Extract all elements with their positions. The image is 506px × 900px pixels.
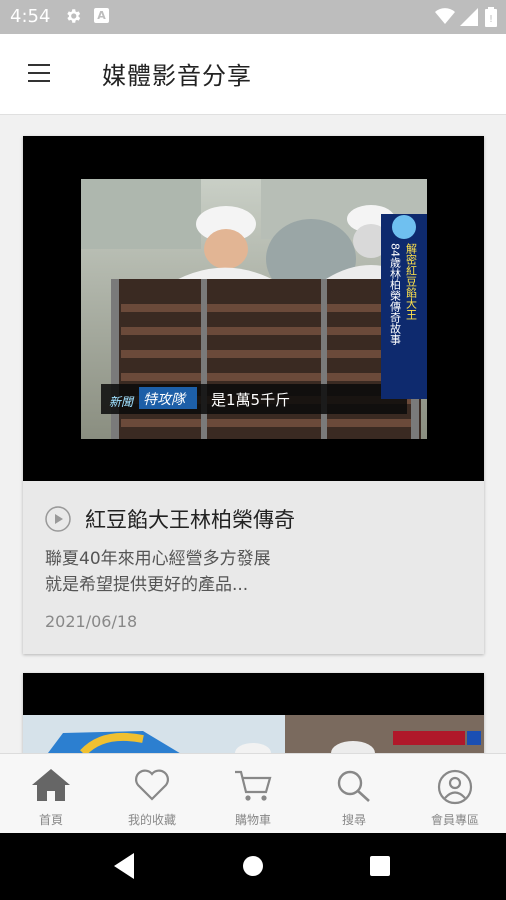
recent-apps-icon[interactable] bbox=[370, 856, 390, 876]
video-card[interactable]: 新聞 特攻隊 是1萬5千斤 解密紅豆餡大王 84歲林柏榮傳奇故事 紅豆餡大王林柏… bbox=[23, 136, 484, 654]
page-title: 媒體影音分享 bbox=[102, 62, 252, 90]
wifi-icon bbox=[435, 8, 455, 24]
settings-gear-icon bbox=[67, 9, 81, 23]
nav-favorites[interactable]: 我的收藏 bbox=[102, 754, 202, 834]
nav-favorites-label: 我的收藏 bbox=[127, 813, 176, 827]
video-frame: 新聞 特攻隊 是1萬5千斤 解密紅豆餡大王 84歲林柏榮傳奇故事 bbox=[81, 179, 427, 439]
back-icon[interactable] bbox=[114, 853, 136, 879]
nav-member[interactable]: 會員專區 bbox=[405, 754, 505, 834]
vertical-title-text: 解密紅豆餡大王 bbox=[405, 242, 418, 320]
nav-member-label: 會員專區 bbox=[430, 813, 479, 827]
nav-cart[interactable]: 購物車 bbox=[203, 754, 303, 834]
play-circle-icon bbox=[45, 506, 71, 532]
card-description: 聯夏40年來用心經營多方發展 就是希望提供更好的產品... bbox=[45, 546, 465, 598]
nav-search-label: 搜尋 bbox=[341, 813, 366, 827]
search-icon bbox=[337, 770, 370, 802]
system-navigation-bar bbox=[0, 833, 506, 900]
hamburger-menu-icon[interactable] bbox=[28, 64, 50, 82]
svg-text:!: ! bbox=[489, 14, 493, 25]
caption-text: 是1萬5千斤 bbox=[211, 391, 290, 409]
bottom-navigation: 首頁 我的收藏 購物車 搜尋 會員專區 bbox=[0, 753, 506, 834]
nav-home-label: 首頁 bbox=[38, 813, 63, 827]
badge-prefix-text: 新聞 bbox=[109, 395, 135, 409]
app-notification-icon: A bbox=[94, 8, 109, 23]
card-description-line2: 就是希望提供更好的產品... bbox=[45, 575, 249, 595]
video-thumbnail[interactable]: 新聞 特攻隊 是1萬5千斤 解密紅豆餡大王 84歲林柏榮傳奇故事 bbox=[23, 136, 484, 481]
badge-text: 特攻隊 bbox=[143, 392, 187, 408]
cell-signal-icon bbox=[460, 8, 478, 26]
nav-cart-label: 購物車 bbox=[234, 813, 271, 827]
factory-scene-image: 新聞 特攻隊 是1萬5千斤 解密紅豆餡大王 84歲林柏榮傳奇故事 bbox=[81, 179, 427, 439]
card-date: 2021/06/18 bbox=[45, 612, 138, 631]
status-time: 4:54 bbox=[10, 6, 51, 27]
heart-icon bbox=[135, 769, 169, 801]
card-description-line1: 聯夏40年來用心經營多方發展 bbox=[45, 549, 271, 569]
user-icon bbox=[437, 769, 473, 805]
app-bar: 媒體影音分享 bbox=[0, 34, 506, 115]
nav-home[interactable]: 首頁 bbox=[1, 754, 101, 834]
status-bar: 4:54 A ! bbox=[0, 0, 506, 34]
vertical-sub-text: 84歲林柏榮傳奇故事 bbox=[389, 243, 402, 345]
home-icon bbox=[32, 769, 70, 801]
nav-search[interactable]: 搜尋 bbox=[304, 754, 404, 834]
cart-icon bbox=[235, 770, 272, 801]
card-title: 紅豆餡大王林柏榮傳奇 bbox=[85, 508, 295, 532]
battery-icon: ! bbox=[485, 7, 497, 27]
home-button-icon[interactable] bbox=[243, 856, 263, 876]
